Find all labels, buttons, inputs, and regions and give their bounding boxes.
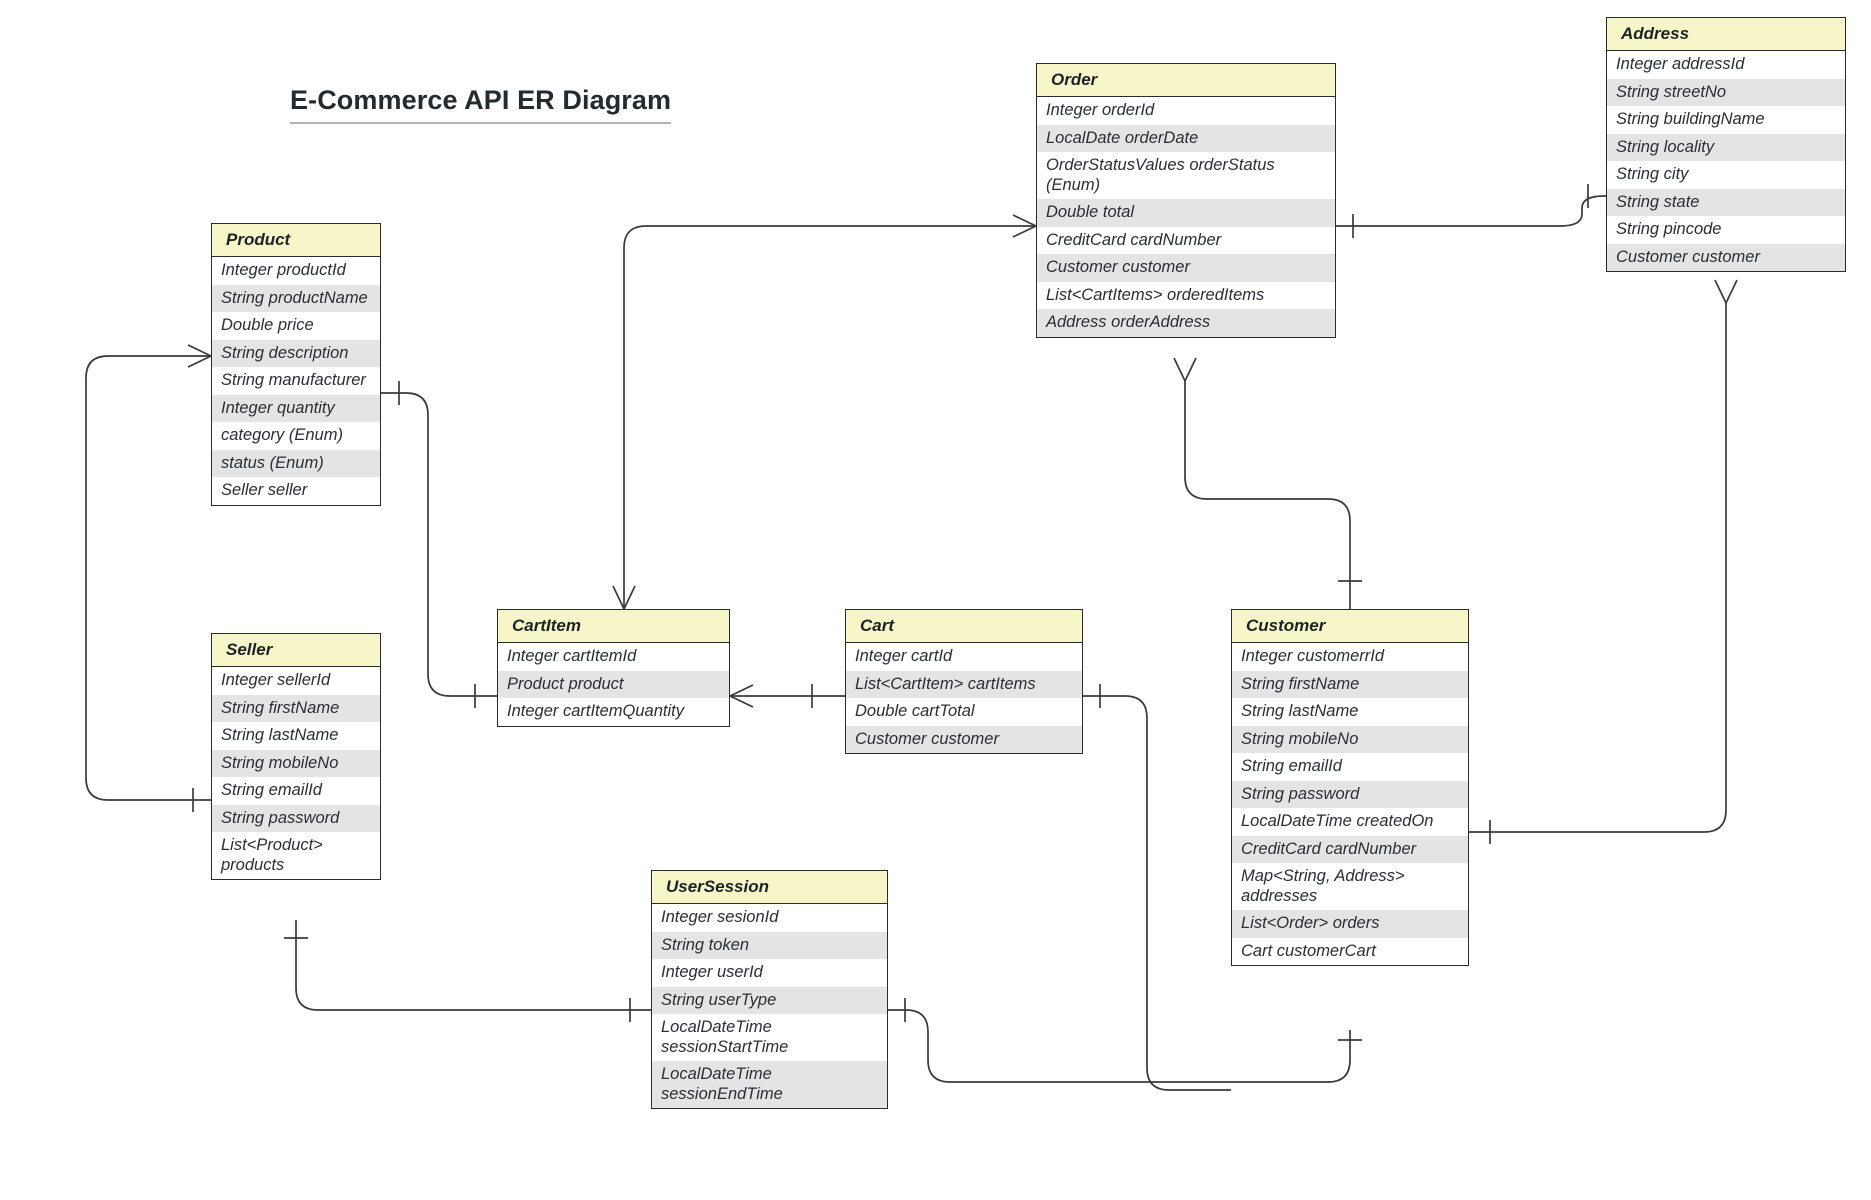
connector-address-customer — [1469, 303, 1727, 833]
entity-title-cartitem: CartItem — [498, 610, 729, 643]
entity-cartitem[interactable]: CartItem Integer cartItemId Product produc… — [497, 609, 730, 727]
entity-title-cart: Cart — [846, 610, 1082, 643]
attribute-row: CreditCard cardNumber — [1232, 835, 1468, 863]
attribute-row: Integer cartItemQuantity — [498, 698, 729, 726]
entity-title-product: Product — [212, 224, 380, 257]
attribute-row: String mobileNo — [1232, 725, 1468, 753]
attribute-row: Double cartTotal — [846, 698, 1082, 726]
entity-customer[interactable]: Customer Integer customerrId String firstN… — [1231, 609, 1469, 966]
attribute-row: List<Product> products — [212, 832, 380, 879]
entity-order[interactable]: Order Integer orderId LocalDate orderDate O… — [1036, 63, 1336, 338]
entity-title-address: Address — [1607, 18, 1845, 51]
connector-product-cartitem — [381, 392, 497, 697]
attribute-row: String token — [652, 931, 887, 959]
attribute-row: Map<String, Address> addresses — [1232, 863, 1468, 910]
attribute-row: String password — [212, 804, 380, 832]
attribute-row: Product product — [498, 670, 729, 698]
attribute-row: Integer cartId — [846, 643, 1082, 671]
attribute-row: Integer sesionId — [652, 904, 887, 932]
attribute-row: Integer productId — [212, 257, 380, 285]
entity-usersession[interactable]: UserSession Integer sesionId String token I… — [651, 870, 888, 1109]
attribute-row: String buildingName — [1607, 106, 1845, 134]
attribute-row: String firstName — [1232, 670, 1468, 698]
crowfoot-cartitem-top — [612, 585, 636, 610]
entity-title-order: Order — [1037, 64, 1335, 97]
connector-usersession-customer — [888, 1009, 1351, 1083]
attribute-row: Customer customer — [1607, 243, 1845, 271]
attribute-row: String pincode — [1607, 216, 1845, 244]
attribute-row: OrderStatusValues orderStatus (Enum) — [1037, 152, 1335, 199]
attribute-row: status (Enum) — [212, 449, 380, 477]
attribute-row: Integer quantity — [212, 394, 380, 422]
attribute-row: Integer userId — [652, 959, 887, 987]
er-diagram-canvas: E-Commerce API ER Diagram Product Integer… — [0, 0, 1871, 1200]
crowfoot-order-bottom — [1173, 357, 1197, 382]
attribute-row: Double price — [212, 312, 380, 340]
attribute-row: String lastName — [1232, 698, 1468, 726]
attribute-row: Integer cartItemId — [498, 643, 729, 671]
attribute-row: Double total — [1037, 199, 1335, 227]
connector-seller-product — [85, 355, 211, 801]
entity-title-customer: Customer — [1232, 610, 1468, 643]
attribute-row: String password — [1232, 780, 1468, 808]
attribute-row: Cart customerCart — [1232, 937, 1468, 965]
entity-title-seller: Seller — [212, 634, 380, 667]
attribute-row: String productName — [212, 284, 380, 312]
crowfoot-product-left — [187, 344, 212, 368]
attribute-row: String description — [212, 339, 380, 367]
attribute-row: Seller seller — [212, 477, 380, 505]
attribute-row: LocalDateTime sessionEndTime — [652, 1061, 887, 1108]
attribute-row: CreditCard cardNumber — [1037, 226, 1335, 254]
attribute-row: String userType — [652, 986, 887, 1014]
crowfoot-address-bottom — [1714, 279, 1738, 304]
attribute-row: String emailId — [1232, 753, 1468, 781]
attribute-row: Integer sellerId — [212, 667, 380, 695]
entity-cart[interactable]: Cart Integer cartId List<CartItem> cartIte… — [845, 609, 1083, 754]
entity-address[interactable]: Address Integer addressId String streetNo S… — [1606, 17, 1846, 272]
crowfoot-order-left — [1012, 214, 1037, 238]
attribute-row: List<Order> orders — [1232, 910, 1468, 938]
entity-product[interactable]: Product Integer productId String productNa… — [211, 223, 381, 506]
attribute-row: Integer orderId — [1037, 97, 1335, 125]
connector-order-cartitem — [623, 225, 1036, 609]
attribute-row: String emailId — [212, 777, 380, 805]
attribute-row: String manufacturer — [212, 367, 380, 395]
attribute-row: LocalDate orderDate — [1037, 124, 1335, 152]
connector-layer — [85, 184, 1738, 1091]
attribute-row: List<CartItem> cartItems — [846, 670, 1082, 698]
entity-seller[interactable]: Seller Integer sellerId String firstName St… — [211, 633, 381, 880]
attribute-row: Customer customer — [1037, 254, 1335, 282]
page-title: E-Commerce API ER Diagram — [290, 85, 672, 124]
attribute-row: String streetNo — [1607, 78, 1845, 106]
attribute-row: Customer customer — [846, 725, 1082, 753]
attribute-row: Address orderAddress — [1037, 309, 1335, 337]
attribute-row: String state — [1607, 188, 1845, 216]
connector-order-customer — [1184, 381, 1351, 609]
attribute-row: String locality — [1607, 133, 1845, 161]
attribute-row: Integer addressId — [1607, 51, 1845, 79]
attribute-row: String firstName — [212, 694, 380, 722]
crowfoot-cartitem-right — [729, 684, 754, 708]
entity-title-usersession: UserSession — [652, 871, 887, 904]
connector-cart-customer — [1083, 695, 1231, 1091]
attribute-row: LocalDateTime sessionStartTime — [652, 1014, 887, 1061]
attribute-row: Integer customerrId — [1232, 643, 1468, 671]
attribute-row: String lastName — [212, 722, 380, 750]
attribute-row: LocalDateTime createdOn — [1232, 808, 1468, 836]
attribute-row: List<CartItems> orderedItems — [1037, 281, 1335, 309]
attribute-row: String city — [1607, 161, 1845, 189]
attribute-row: String mobileNo — [212, 749, 380, 777]
connector-order-address — [1336, 195, 1606, 227]
attribute-row: category (Enum) — [212, 422, 380, 450]
connector-seller-usersession — [295, 920, 651, 1011]
